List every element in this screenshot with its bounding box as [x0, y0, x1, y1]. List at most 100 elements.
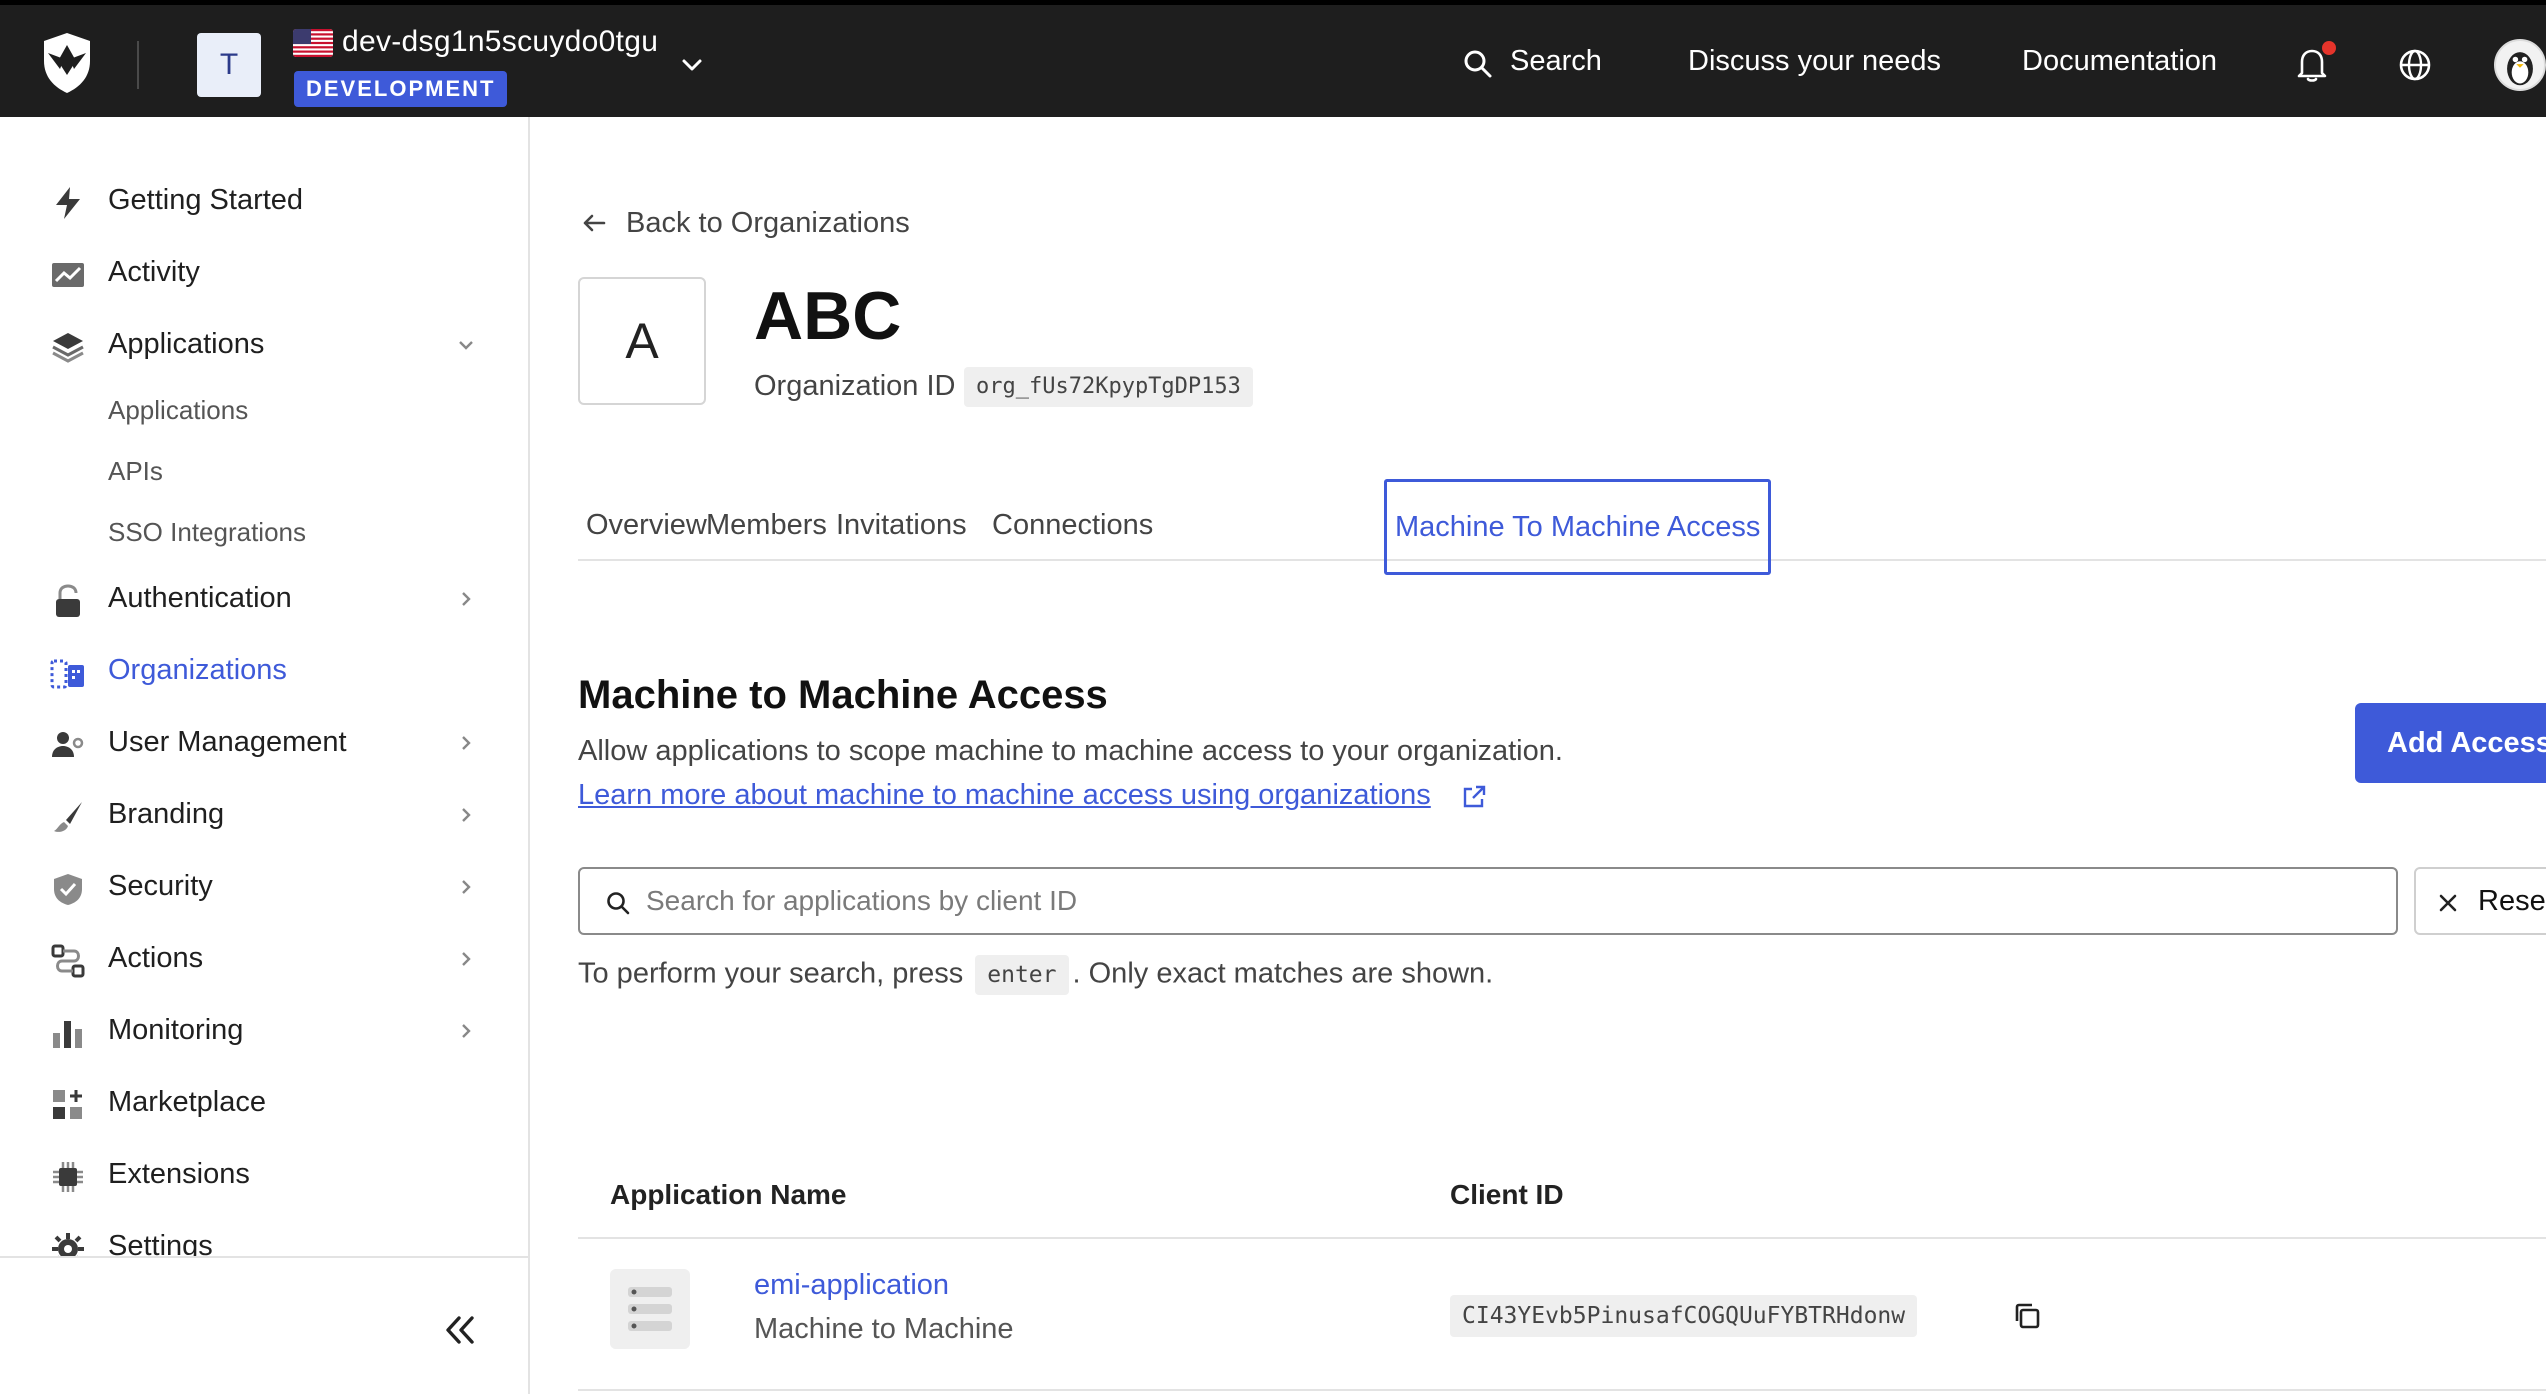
sidebar-subitem-applications[interactable]: Applications: [108, 395, 248, 426]
sidebar-footer: [0, 1256, 528, 1394]
search-icon: [607, 892, 630, 915]
tab-machine-to-machine-access[interactable]: Machine To Machine Access: [1384, 479, 1772, 575]
chevron-right-icon: [462, 880, 471, 894]
chevron-down-icon: [459, 341, 473, 350]
sidebar-item-marketplace[interactable]: Marketplace: [0, 1073, 528, 1133]
chevron-right-icon: [462, 1024, 471, 1038]
client-id-value: CI43YEvb5PinusafCOGQUuFYBTRHdonw: [1450, 1295, 1918, 1337]
penguin-avatar-icon: [2507, 52, 2533, 86]
sidebar-item-getting-started[interactable]: Getting Started: [0, 171, 528, 231]
external-link-icon[interactable]: [1460, 783, 1488, 811]
chevron-right-icon: [462, 592, 471, 606]
arrow-left-icon: [583, 214, 606, 232]
chevron-down-icon[interactable]: [678, 51, 706, 79]
page-title: ABC: [754, 278, 902, 354]
brush-icon: [54, 802, 82, 832]
search-icon[interactable]: [1462, 48, 1494, 80]
search-field[interactable]: [578, 867, 2398, 935]
bolt-icon: [56, 187, 80, 219]
hint-text-before: To perform your search, press: [578, 957, 964, 990]
sidebar-item-label: Authentication: [108, 582, 292, 614]
globe-icon[interactable]: [2397, 47, 2433, 83]
table-header-row: Application Name Client ID: [578, 1157, 2546, 1239]
sidebar-item-activity[interactable]: Activity: [0, 243, 528, 303]
close-icon: [2439, 894, 2457, 912]
topbar-search-link[interactable]: Search: [1510, 45, 1602, 78]
learn-more-link[interactable]: Learn more about machine to machine acce…: [578, 779, 1431, 812]
reset-label: Reset: [2478, 885, 2546, 917]
application-name-link[interactable]: emi-application: [754, 1269, 949, 1302]
sidebar: Getting Started Activity Applications Ap…: [0, 117, 530, 1394]
double-chevron-left-icon[interactable]: [440, 1312, 480, 1348]
table-row: emi-application Machine to Machine CI43Y…: [578, 1241, 2546, 1391]
sidebar-subitem-apis[interactable]: APIs: [108, 456, 163, 487]
sidebar-subitem-sso-integrations[interactable]: SSO Integrations: [108, 517, 306, 548]
sidebar-item-label: Marketplace: [108, 1086, 266, 1118]
shield-logo-icon[interactable]: [40, 31, 94, 95]
tab-members[interactable]: Members: [698, 489, 835, 561]
sidebar-item-actions[interactable]: Actions: [0, 929, 528, 989]
tenant-avatar[interactable]: T: [197, 33, 261, 97]
user-avatar[interactable]: [2494, 39, 2546, 91]
chevron-right-icon: [462, 736, 471, 750]
application-type: Machine to Machine: [754, 1313, 1014, 1345]
tab-bar: Overview Members Invitations Connections…: [578, 479, 2546, 575]
sidebar-item-label: Activity: [108, 256, 200, 288]
sidebar-item-label: Getting Started: [108, 184, 304, 216]
layers-icon: [52, 333, 84, 363]
search-input[interactable]: [646, 869, 2366, 933]
add-access-button[interactable]: Add Access: [2355, 703, 2546, 783]
sidebar-item-label: Monitoring: [108, 1014, 244, 1046]
organization-id-label: Organization ID: [754, 370, 956, 402]
notification-dot: [2322, 41, 2336, 55]
sidebar-item-label: Applications: [108, 328, 265, 360]
back-label: Back to Organizations: [626, 207, 910, 239]
sidebar-item-branding[interactable]: Branding: [0, 785, 528, 845]
tab-connections[interactable]: Connections: [984, 489, 1161, 561]
sidebar-item-organizations[interactable]: Organizations: [0, 641, 528, 701]
grid-plus-icon: [53, 1090, 82, 1119]
shield-icon: [54, 874, 82, 905]
sidebar-item-label: User Management: [108, 726, 347, 758]
chevron-right-icon: [462, 952, 471, 966]
sidebar-item-label: Branding: [108, 798, 225, 830]
flow-icon: [51, 944, 85, 978]
topbar-divider: [137, 41, 139, 89]
documentation-link[interactable]: Documentation: [2022, 45, 2217, 78]
enter-key-badge: enter: [975, 955, 1069, 995]
users-icon: [52, 732, 84, 757]
sidebar-item-label: Extensions: [108, 1158, 250, 1190]
lock-icon: [56, 584, 80, 617]
sidebar-item-monitoring[interactable]: Monitoring: [0, 1001, 528, 1061]
sidebar-item-security[interactable]: Security: [0, 857, 528, 917]
main-content: Back to Organizations A ABC Organization…: [532, 117, 2546, 1394]
sidebar-item-label: Organizations: [108, 654, 287, 686]
copy-icon[interactable]: [2012, 1301, 2042, 1331]
reset-button[interactable]: Reset: [2414, 867, 2546, 935]
organization-id-value: org_fUs72KpypTgDP153: [964, 367, 1253, 407]
section-title: Machine to Machine Access: [578, 673, 1108, 717]
app-window: T dev-dsg1n5scuydo0tgu DEVELOPMENT Searc…: [0, 0, 2546, 1394]
chip-icon: [53, 1162, 83, 1192]
sidebar-item-authentication[interactable]: Authentication: [0, 569, 528, 629]
sidebar-item-user-management[interactable]: User Management: [0, 713, 528, 773]
us-flag-icon: [293, 29, 333, 57]
sidebar-item-label: Actions: [108, 942, 204, 974]
sidebar-item-label: Security: [108, 870, 213, 902]
building-icon: [50, 659, 84, 689]
bars-icon: [53, 1021, 82, 1048]
tab-invitations[interactable]: Invitations: [828, 489, 975, 561]
tab-overview[interactable]: Overview: [578, 489, 715, 561]
section-description: Allow applications to scope machine to m…: [578, 735, 1563, 767]
trend-icon: [52, 263, 84, 287]
search-hint: To perform your search, press enter. Onl…: [578, 955, 1493, 995]
chevron-right-icon: [462, 808, 471, 822]
discuss-needs-link[interactable]: Discuss your needs: [1688, 45, 1941, 78]
sidebar-item-extensions[interactable]: Extensions: [0, 1145, 528, 1205]
machine-to-machine-app-icon: [610, 1269, 690, 1349]
column-header-application-name: Application Name: [610, 1179, 847, 1210]
tenant-name[interactable]: dev-dsg1n5scuydo0tgu: [342, 25, 658, 59]
sidebar-item-applications[interactable]: Applications: [0, 315, 528, 375]
hint-text-after: . Only exact matches are shown.: [1072, 957, 1494, 990]
top-bar: T dev-dsg1n5scuydo0tgu DEVELOPMENT Searc…: [0, 0, 2546, 117]
